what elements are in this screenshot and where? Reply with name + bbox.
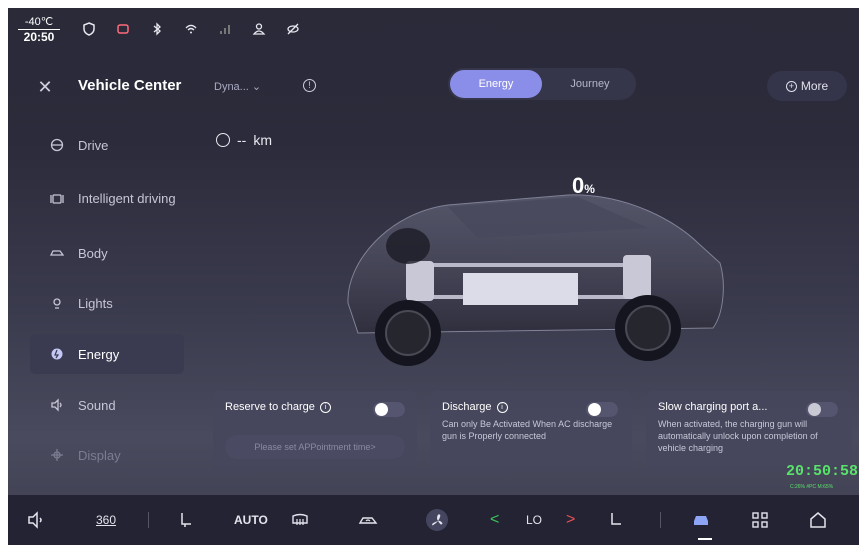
mode-dropdown[interactable]: Dyna... ⌄ [214,80,261,93]
sidebar-item-label: Energy [78,346,120,362]
slow-charging-port-toggle[interactable] [806,402,838,417]
screen: -40℃ 20:50 ✕ Vehicle Center Dyna... ⌄ ! … [8,8,859,545]
discharge-toggle[interactable] [586,402,618,417]
sidebar-item-body[interactable]: Body [30,228,184,278]
slow-charging-port-card: Slow charging port a... When activated, … [646,391,852,471]
mode-dropdown-value: Dyna... [214,81,249,93]
temp-decrease-button[interactable]: < [490,509,499,531]
energy-icon [50,347,64,361]
range-readout: -- km [216,132,272,148]
toggle-knob [808,403,821,416]
intelligent-driving-icon [50,192,64,206]
seat-icon[interactable] [176,509,196,531]
appointment-time-button[interactable]: Please set APPointment time> [225,435,405,459]
sidebar: Drive Intelligent driving Body Lights En… [30,120,184,480]
slow-charging-port-title: Slow charging port a... [658,401,768,413]
view-tabs: Energy Journey [448,68,636,100]
car-body-icon [49,246,65,260]
sidebar-item-label: Body [78,245,108,261]
vehicle-illustration [347,194,724,366]
info-icon[interactable]: ! [303,79,316,92]
status-time: 20:50 [23,29,55,44]
bottom-bar: 360 AUTO < LO > [8,495,859,545]
battery-icon [116,22,130,36]
toggle-knob [588,403,601,416]
sidebar-item-label: Display [78,447,121,463]
climate-auto-button[interactable]: AUTO [234,509,268,531]
more-button[interactable]: + More [767,71,847,101]
bluetooth-icon [150,22,164,36]
sidebar-item-lights[interactable]: Lights [30,278,184,328]
more-label: More [800,79,829,93]
home-icon[interactable] [808,509,828,531]
divider [148,512,149,528]
user-icon [252,22,266,36]
outside-temperature: -40℃ [18,15,60,30]
discharge-card: Discharge i Can only Be Activated When AC… [430,391,632,471]
sidebar-item-energy[interactable]: Energy [30,334,184,374]
sidebar-item-label: Lights [78,295,113,311]
range-unit: km [253,132,272,148]
sidebar-item-drive[interactable]: Drive [30,120,184,170]
sidebar-item-sound[interactable]: Sound [30,380,184,430]
active-indicator [698,538,712,540]
divider [660,512,661,528]
plus-circle-icon: + [785,80,797,92]
sidebar-item-display[interactable]: Display [30,430,184,480]
slow-charging-port-description: When activated, the charging gun will au… [658,419,818,453]
air-recirculation-icon[interactable] [358,509,378,531]
overlay-clock: 20:50:58 [786,463,859,480]
close-icon[interactable]: ✕ [34,76,56,98]
status-bar: -40℃ 20:50 [8,8,859,50]
tab-journey[interactable]: Journey [544,70,636,98]
sidebar-item-label: Sound [78,397,116,413]
signal-icon [218,22,232,36]
display-icon [50,448,64,462]
wifi-icon [184,22,198,36]
range-icon [216,133,230,147]
discharge-description: Can only Be Activated When AC discharge … [442,419,613,441]
fan-icon[interactable] [426,509,448,531]
steering-wheel-icon [50,138,64,152]
speaker-icon [50,398,64,412]
hidden-eye-icon [286,22,300,36]
page-title: Vehicle Center [78,77,182,94]
reserve-charge-card: Reserve to charge i Please set APPointmen… [213,391,417,471]
sidebar-item-label: Drive [78,137,109,153]
temp-clock: -40℃ 20:50 [18,15,60,44]
discharge-title: Discharge [442,401,492,413]
volume-icon[interactable] [26,509,46,531]
chevron-down-icon: ⌄ [251,81,262,93]
overlay-stats: C:26% #PC M:65% [790,484,834,490]
toggle-knob [375,403,388,416]
info-icon[interactable]: i [496,401,508,413]
reserve-charge-title: Reserve to charge [225,401,315,413]
reserve-charge-toggle[interactable] [373,402,405,417]
sidebar-item-label: Intelligent driving [78,191,176,206]
apps-grid-icon[interactable] [750,509,770,531]
shield-icon [82,22,96,36]
range-value: -- [237,132,247,148]
info-icon[interactable]: i [319,401,331,413]
vehicle-icon[interactable] [691,509,711,531]
tab-energy[interactable]: Energy [450,70,542,98]
temp-increase-button[interactable]: > [566,509,575,531]
seat-heating-icon[interactable] [606,509,626,531]
rear-defrost-icon[interactable] [290,509,310,531]
temperature-value: LO [526,513,543,527]
view-360-button[interactable]: 360 [96,509,116,531]
sidebar-item-intelligent-driving[interactable]: Intelligent driving [30,170,184,228]
light-icon [50,296,64,310]
